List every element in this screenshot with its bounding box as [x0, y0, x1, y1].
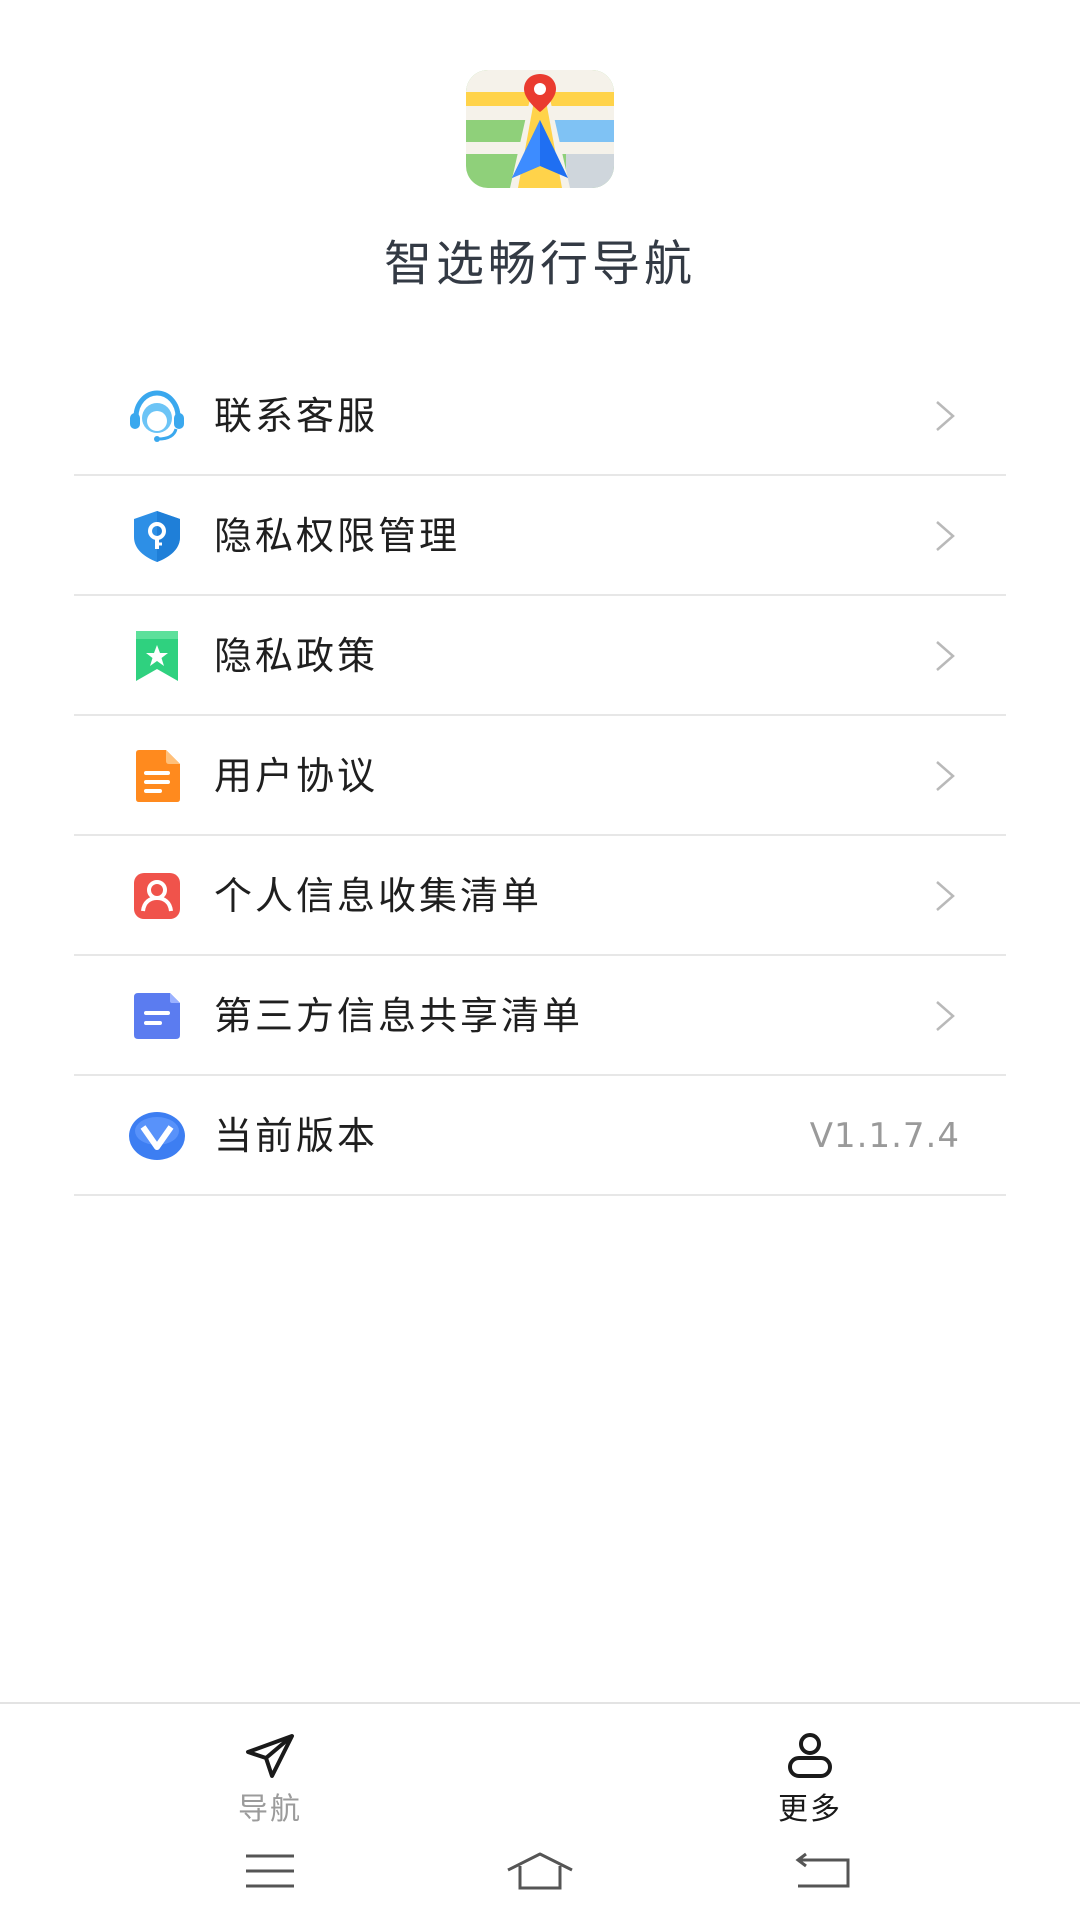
- settings-screen: 智选畅行导航 联系客服 隐私权限管理 隐私政策 用户协议 个人信息收集清单 第三…: [0, 0, 1080, 1920]
- person-card-icon: [134, 873, 180, 919]
- menu-item-privacy-permissions[interactable]: 隐私权限管理: [74, 476, 1006, 596]
- bookmark-star-icon: [136, 631, 178, 681]
- menu-item-personal-info-list[interactable]: 个人信息收集清单: [74, 836, 1006, 956]
- chevron-right-icon: [936, 761, 955, 791]
- chevron-right-icon: [936, 881, 955, 911]
- chevron-right-icon: [936, 521, 955, 551]
- chevron-right-icon: [936, 401, 955, 431]
- menu-item-label: 联系客服: [214, 394, 379, 438]
- menu-item-label: 当前版本: [214, 1114, 379, 1158]
- list-document-icon: [134, 993, 180, 1039]
- tab-navigation[interactable]: 导航: [160, 1704, 380, 1828]
- person-icon: [788, 1733, 832, 1778]
- customer-service-icon: [130, 390, 184, 442]
- shield-key-icon: [134, 511, 180, 562]
- home-icon[interactable]: [500, 1848, 580, 1894]
- menu-item-label: 隐私权限管理: [214, 514, 461, 558]
- app-title: 智选畅行导航: [383, 236, 696, 292]
- menu-item-third-party-sharing-list[interactable]: 第三方信息共享清单: [74, 956, 1006, 1076]
- bottom-tab-bar: 导航 更多: [0, 1702, 1080, 1828]
- document-icon: [136, 750, 180, 802]
- menu-item-label: 个人信息收集清单: [214, 874, 543, 918]
- back-icon[interactable]: [784, 1848, 864, 1894]
- menu-item-label: 隐私政策: [214, 634, 379, 678]
- menu-item-privacy-policy[interactable]: 隐私政策: [74, 596, 1006, 716]
- version-number: V1.1.7.4: [809, 1116, 960, 1156]
- menu-item-current-version: 当前版本 V1.1.7.4: [74, 1076, 1006, 1196]
- settings-menu: 联系客服 隐私权限管理 隐私政策 用户协议 个人信息收集清单 第三方信息共享清单…: [74, 356, 1006, 1196]
- tab-label: 更多: [778, 1792, 842, 1827]
- chevron-right-icon: [936, 641, 955, 671]
- tab-more[interactable]: 更多: [700, 1704, 920, 1828]
- menu-item-customer-service[interactable]: 联系客服: [74, 356, 1006, 476]
- menu-lines-icon[interactable]: [230, 1848, 310, 1894]
- version-v-icon: [129, 1112, 185, 1160]
- navigation-arrow-icon: [246, 1734, 294, 1778]
- menu-item-user-agreement[interactable]: 用户协议: [74, 716, 1006, 836]
- menu-item-label: 第三方信息共享清单: [214, 994, 584, 1038]
- system-navigation-bar: [0, 1826, 1080, 1920]
- map-navigation-logo-icon: [466, 70, 614, 188]
- menu-item-label: 用户协议: [214, 754, 379, 798]
- chevron-right-icon: [936, 1001, 955, 1031]
- tab-label: 导航: [238, 1792, 302, 1827]
